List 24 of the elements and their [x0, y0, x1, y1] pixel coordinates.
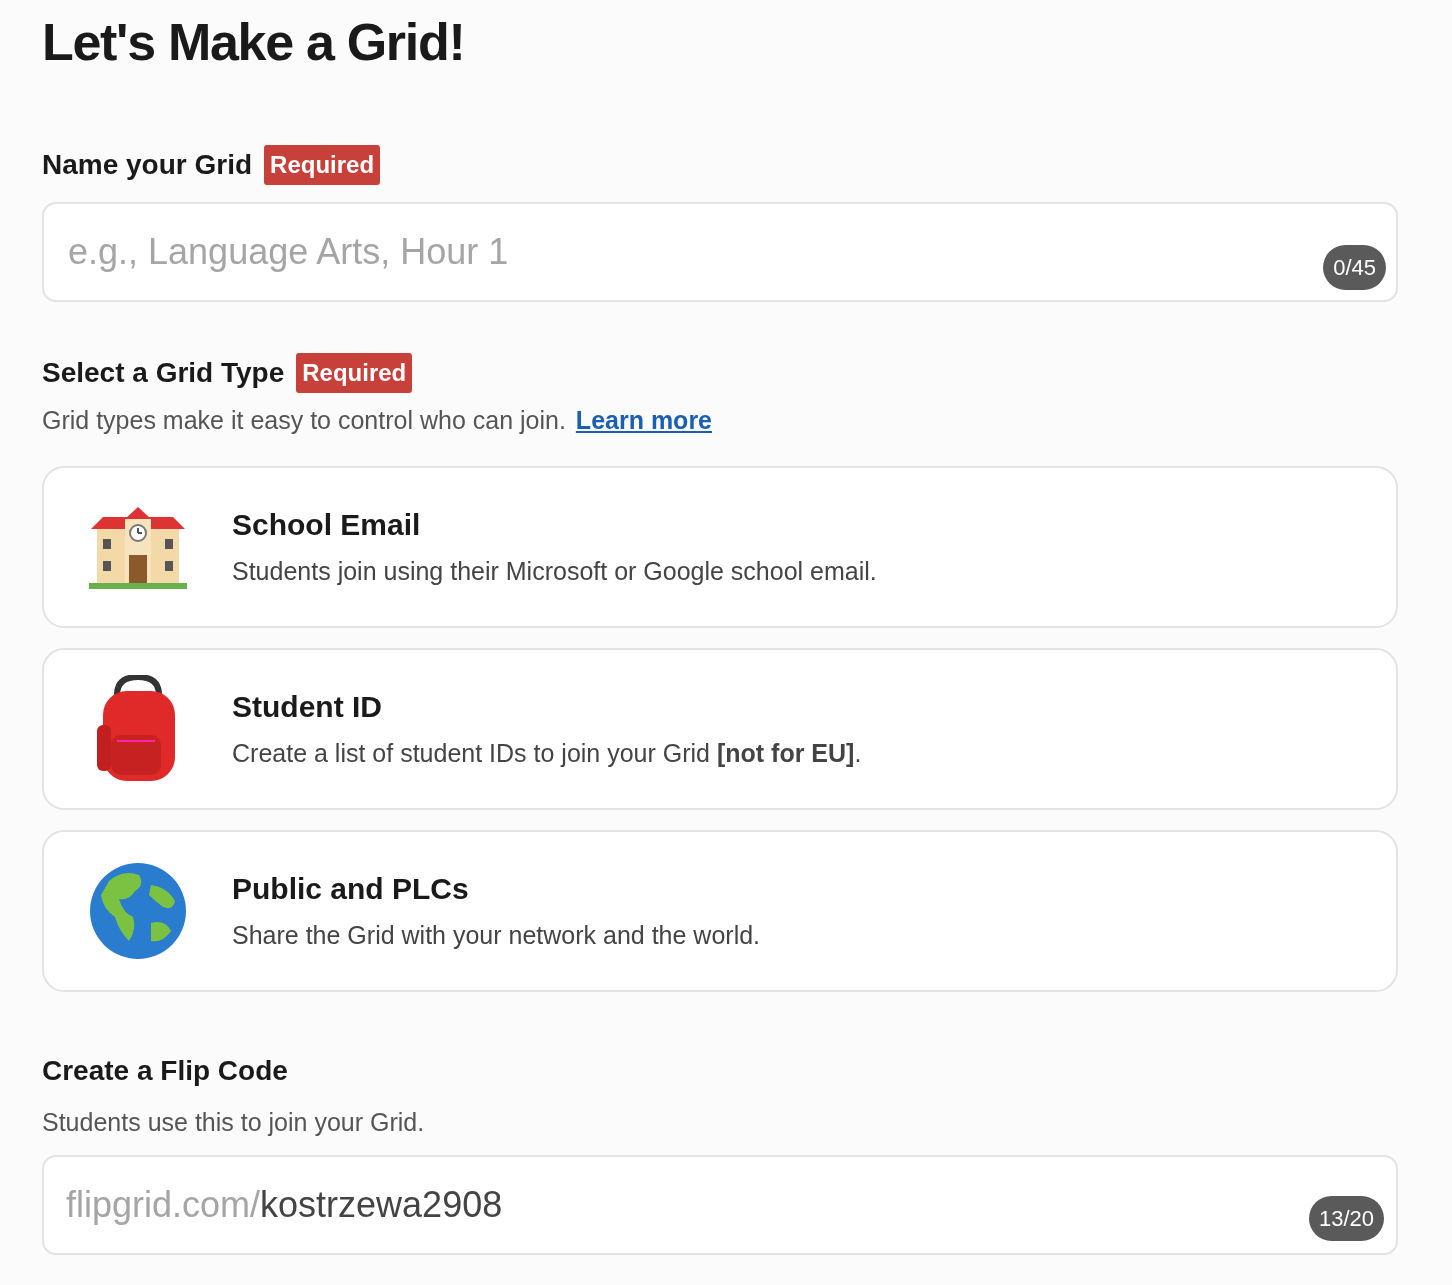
school-building-icon	[89, 504, 187, 589]
option-title: Public and PLCs	[232, 871, 470, 908]
option-title: Student ID	[232, 689, 383, 726]
character-counter: 13/20	[1308, 1196, 1384, 1241]
field-label: Select a Grid Type	[42, 356, 285, 390]
url-prefix: flipgrid.com/	[66, 1183, 261, 1227]
option-title: School Email	[232, 507, 422, 544]
required-badge: Required	[264, 145, 381, 185]
grid-type-option[interactable]: School Email Students join using their Microsoft or Google school email.	[42, 465, 1398, 628]
field-label: Name your Grid	[42, 148, 253, 182]
required-badge: Required	[296, 353, 413, 393]
option-description: Create a list of student IDs to join your Grid [not for EU].	[232, 738, 862, 770]
grid-type-option[interactable]: Student ID Create a list of student IDs to join your Grid [not for EU].	[42, 647, 1398, 810]
page-title: Let's Make a Grid!	[42, 12, 466, 73]
field-label: Create a Flip Code	[42, 1054, 288, 1086]
flip-code-field[interactable]: flipgrid.com/kostrzewa2908 13/20	[42, 1155, 1398, 1255]
option-description: Share the Grid with your network and the world.	[232, 920, 761, 952]
code-input[interactable]: kostrzewa2908	[260, 1178, 561, 1232]
helper-text: Students use this to join your Grid.	[42, 1107, 425, 1136]
helper-text: Grid types make it easy to control who can join.	[42, 405, 566, 436]
learn-more-link[interactable]: Learn more	[575, 402, 713, 440]
option-description: Students join using their Microsoft or Google school email.	[232, 556, 877, 588]
grid-type-option[interactable]: Public and PLCs Share the Grid with your network and the world.	[42, 829, 1398, 992]
globe-icon	[89, 860, 187, 961]
